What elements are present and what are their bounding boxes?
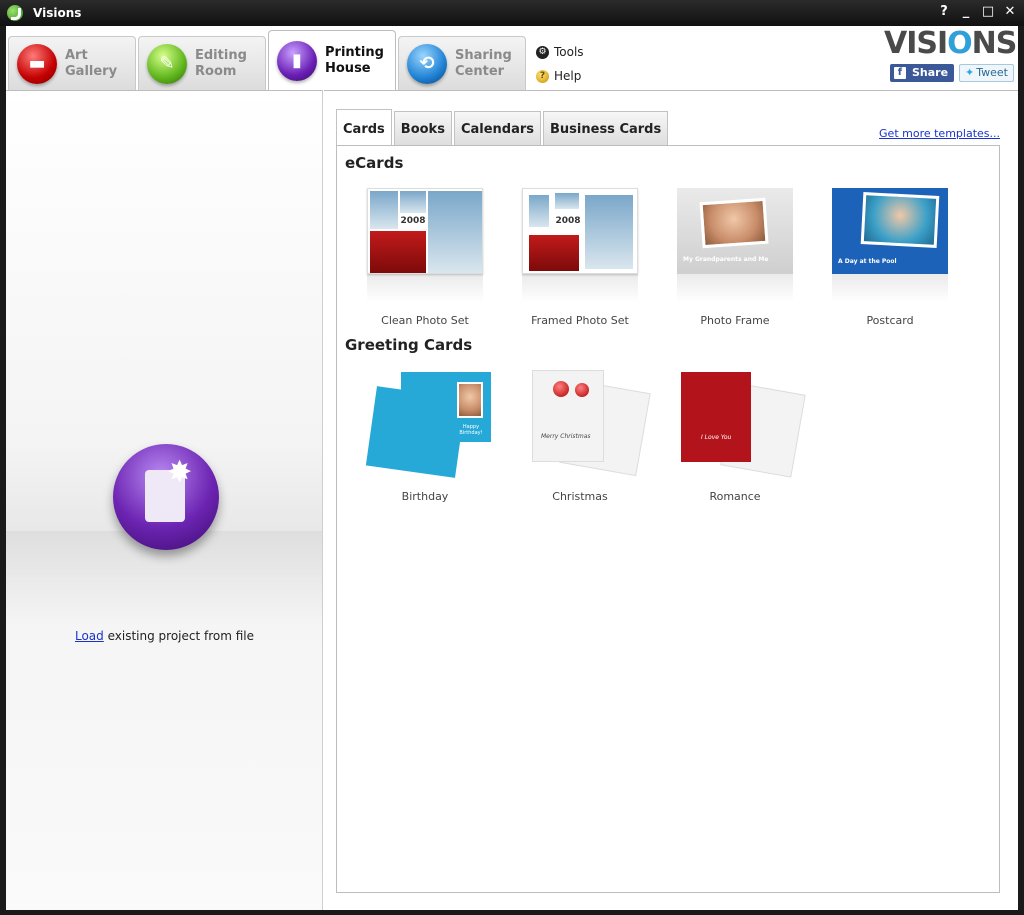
close-button[interactable]: ✕ [1002, 4, 1018, 20]
get-more-templates-link[interactable]: Get more templates... [879, 127, 1000, 140]
year-label: 2008 [555, 215, 581, 227]
facebook-share-button[interactable]: f Share [889, 64, 955, 82]
template-romance[interactable]: I Love You Romance [665, 368, 806, 503]
tab-art-gallery[interactable]: ▬ Art Gallery [8, 36, 136, 90]
film-strip-icon: ▬ [17, 43, 57, 84]
tab-label: Editing Room [195, 47, 247, 79]
window-title: Visions [33, 6, 82, 20]
visions-logo: VISIONS [884, 26, 1017, 61]
tab-business-cards[interactable]: Business Cards [543, 111, 669, 145]
help-link[interactable]: ? Help [536, 64, 584, 88]
section-title-ecards: eCards [345, 154, 404, 172]
postcard-caption: A Day at the Pool [838, 258, 897, 265]
tools-menu: ⚙ Tools ? Help [536, 40, 584, 88]
templates-panel: Cards Books Calendars Business Cards Get… [324, 90, 1018, 910]
social-buttons: f Share ✦ Tweet [884, 64, 1014, 82]
section-title-greeting-cards: Greeting Cards [345, 336, 473, 354]
minimize-button[interactable]: _ [958, 4, 974, 20]
help-icon: ? [536, 69, 549, 83]
tab-label: Printing House [325, 44, 384, 76]
tab-label: Sharing Center [455, 47, 512, 79]
template-framed-photo-set[interactable]: 2008 Framed Photo Set [510, 188, 650, 327]
help-window-button[interactable]: ? [936, 4, 952, 20]
birthday-caption: Happy Birthday! [459, 424, 483, 436]
romance-thumbnail: I Love You [677, 368, 806, 478]
template-postcard[interactable]: A Day at the Pool Postcard [820, 188, 960, 327]
tweet-button[interactable]: ✦ Tweet [959, 64, 1014, 82]
template-label: Photo Frame [700, 314, 770, 327]
left-panel: ✸ Load existing project from file [6, 90, 323, 910]
template-label: Postcard [866, 314, 914, 327]
templates-content: eCards 2008 Clean Photo Set 2008 Framed … [336, 145, 1000, 893]
load-project-text: Load existing project from file [74, 629, 255, 643]
load-link[interactable]: Load [75, 629, 104, 643]
paint-brush-icon: ✎ [147, 43, 187, 84]
app-client-area: ▬ Art Gallery ✎ Editing Room ▮ Printing … [6, 26, 1018, 910]
tab-printing-house[interactable]: ▮ Printing House [268, 30, 396, 90]
gear-icon: ⚙ [536, 45, 549, 59]
tab-label: Art Gallery [65, 47, 118, 79]
load-project-button[interactable]: ✸ [113, 444, 219, 550]
template-photo-frame[interactable]: My Grandparents and Me Photo Frame [665, 188, 805, 327]
tab-sharing-center[interactable]: ⟲ Sharing Center [398, 36, 526, 90]
template-christmas[interactable]: Merry Christmas Christmas [510, 368, 651, 503]
romance-caption: I Love You [701, 434, 732, 441]
maximize-button[interactable]: □ [980, 4, 996, 20]
tools-label: Tools [554, 45, 584, 59]
clean-photo-set-thumbnail: 2008 [367, 188, 483, 274]
photo-frame-thumbnail: My Grandparents and Me [677, 188, 793, 274]
template-category-tabs: Cards Books Calendars Business Cards [336, 109, 670, 145]
photo-frame-caption: My Grandparents and Me [683, 256, 769, 263]
facebook-icon: f [893, 67, 906, 79]
birthday-thumbnail: Happy Birthday! [365, 368, 491, 478]
christmas-caption: Merry Christmas [541, 433, 591, 440]
tab-calendars[interactable]: Calendars [453, 111, 542, 145]
tab-editing-room[interactable]: ✎ Editing Room [138, 36, 266, 90]
title-bar: Visions ? _ □ ✕ [0, 0, 1024, 26]
brand-area: VISIONS f Share ✦ Tweet [884, 26, 1017, 82]
year-label: 2008 [400, 215, 426, 227]
help-label: Help [554, 69, 582, 83]
print-document-icon: ▮ [277, 40, 317, 81]
framed-photo-set-thumbnail: 2008 [522, 188, 638, 274]
christmas-thumbnail: Merry Christmas [522, 368, 651, 478]
visions-app-icon [7, 5, 23, 21]
template-label: Christmas [552, 490, 608, 503]
postcard-thumbnail: A Day at the Pool [832, 188, 948, 274]
sparkle-icon: ✸ [167, 455, 193, 490]
twitter-bird-icon: ✦ [965, 66, 975, 79]
template-label: Framed Photo Set [531, 314, 629, 327]
template-label: Birthday [401, 490, 449, 503]
template-label: Clean Photo Set [381, 314, 469, 327]
window-controls: ? _ □ ✕ [936, 4, 1018, 20]
tools-link[interactable]: ⚙ Tools [536, 40, 584, 64]
template-clean-photo-set[interactable]: 2008 Clean Photo Set [355, 188, 495, 327]
share-arrows-icon: ⟲ [407, 43, 447, 84]
tab-books[interactable]: Books [393, 111, 452, 145]
template-label: Romance [709, 490, 761, 503]
main-tab-strip: ▬ Art Gallery ✎ Editing Room ▮ Printing … [6, 26, 1018, 90]
template-birthday[interactable]: Happy Birthday! Birthday [355, 368, 495, 503]
tab-cards[interactable]: Cards [336, 109, 392, 145]
